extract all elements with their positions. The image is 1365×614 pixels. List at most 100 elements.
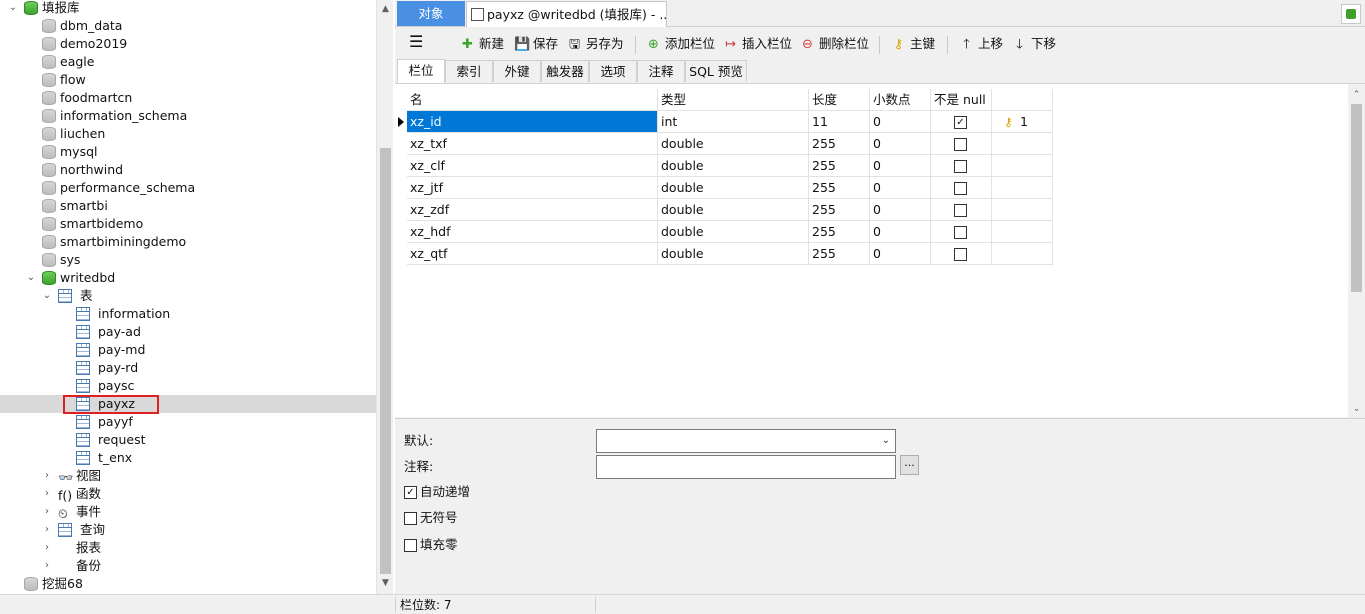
delete-column-button[interactable]: ⊖ 删除栏位 bbox=[800, 34, 869, 54]
tree-item-information[interactable]: information bbox=[0, 305, 376, 323]
chevron-right-icon[interactable]: › bbox=[42, 539, 52, 557]
key-cell[interactable] bbox=[992, 243, 1053, 265]
cell-length[interactable]: 255 bbox=[809, 199, 870, 221]
cell-length[interactable]: 255 bbox=[809, 155, 870, 177]
chevron-right-icon[interactable]: › bbox=[42, 467, 52, 485]
cell-type[interactable]: double bbox=[658, 133, 809, 155]
tree-item-dbm_data[interactable]: dbm_data bbox=[0, 17, 376, 35]
save-button[interactable]: 💾 保存 bbox=[514, 34, 558, 54]
checkbox-box[interactable]: ✓ bbox=[404, 486, 417, 499]
tree-item-liuchen[interactable]: liuchen bbox=[0, 125, 376, 143]
tab-comments[interactable]: 注释 bbox=[637, 60, 685, 82]
scroll-up-icon[interactable]: ▲ bbox=[377, 2, 394, 16]
tree-item-pay-ad[interactable]: pay-ad bbox=[0, 323, 376, 341]
chevron-right-icon[interactable]: › bbox=[42, 485, 52, 503]
not-null-checkbox[interactable] bbox=[931, 155, 992, 177]
chevron-down-icon[interactable]: ⌄ bbox=[42, 287, 52, 305]
menu-icon[interactable]: ☰ bbox=[409, 32, 423, 52]
checkbox-box[interactable] bbox=[404, 512, 417, 525]
cell-name[interactable]: xz_zdf bbox=[407, 199, 658, 221]
checkbox-box[interactable]: ✓ bbox=[954, 116, 967, 129]
tree-item-payxz[interactable]: payxz bbox=[0, 395, 376, 413]
tree-item[interactable]: › 查询 bbox=[0, 521, 376, 539]
tab-options[interactable]: 选项 bbox=[589, 60, 637, 82]
not-null-checkbox[interactable]: ✓ bbox=[931, 111, 992, 133]
tab-fields[interactable]: 栏位 bbox=[397, 59, 445, 83]
not-null-checkbox[interactable] bbox=[931, 199, 992, 221]
tree-item-smartbiminingdemo[interactable]: smartbiminingdemo bbox=[0, 233, 376, 251]
tree-item-payyf[interactable]: payyf bbox=[0, 413, 376, 431]
column-header-decimals[interactable]: 小数点 bbox=[870, 89, 931, 111]
key-cell[interactable] bbox=[992, 133, 1053, 155]
cell-length[interactable]: 255 bbox=[809, 221, 870, 243]
cell-type[interactable]: double bbox=[658, 155, 809, 177]
column-header-length[interactable]: 长度 bbox=[809, 89, 870, 111]
tree-item-sys[interactable]: sys bbox=[0, 251, 376, 269]
default-select[interactable]: ⌄ bbox=[596, 429, 896, 453]
tree-item[interactable]: › 备份 bbox=[0, 557, 376, 575]
primary-key-button[interactable]: ⚷ 主键 bbox=[891, 34, 935, 54]
tree-item-t_enx[interactable]: t_enx bbox=[0, 449, 376, 467]
chevron-right-icon[interactable]: › bbox=[42, 557, 52, 575]
tree-item-68[interactable]: 挖掘68 bbox=[0, 575, 376, 593]
tree-item-mysql[interactable]: mysql bbox=[0, 143, 376, 161]
tree-item-request[interactable]: request bbox=[0, 431, 376, 449]
tree-scrollbar[interactable]: ▲ ▼ bbox=[376, 0, 393, 594]
key-cell[interactable] bbox=[992, 199, 1053, 221]
scroll-thumb[interactable] bbox=[1351, 104, 1362, 292]
tab-triggers[interactable]: 触发器 bbox=[541, 60, 589, 82]
chevron-right-icon[interactable]: › bbox=[42, 503, 52, 521]
cell-decimals[interactable]: 0 bbox=[870, 177, 931, 199]
chevron-down-icon[interactable]: ⌄ bbox=[8, 0, 18, 17]
tree-item-smartbi[interactable]: smartbi bbox=[0, 197, 376, 215]
cell-decimals[interactable]: 0 bbox=[870, 133, 931, 155]
zerofill-checkbox[interactable]: 填充零 bbox=[404, 536, 458, 554]
tree-item[interactable]: › 报表 bbox=[0, 539, 376, 557]
cell-decimals[interactable]: 0 bbox=[870, 221, 931, 243]
not-null-checkbox[interactable] bbox=[931, 177, 992, 199]
tree-item-flow[interactable]: flow bbox=[0, 71, 376, 89]
not-null-checkbox[interactable] bbox=[931, 221, 992, 243]
chevron-down-icon[interactable]: ⌄ bbox=[26, 269, 36, 287]
cell-type[interactable]: double bbox=[658, 221, 809, 243]
not-null-checkbox[interactable] bbox=[931, 243, 992, 265]
browse-button[interactable]: ... bbox=[900, 455, 919, 475]
key-cell[interactable]: ⚷ 1 bbox=[992, 111, 1053, 133]
auto-increment-checkbox[interactable]: ✓ 自动递增 bbox=[404, 483, 470, 501]
checkbox-box[interactable] bbox=[954, 138, 967, 151]
cell-type[interactable]: int bbox=[658, 111, 809, 133]
checkbox-box[interactable] bbox=[954, 204, 967, 217]
cell-type[interactable]: double bbox=[658, 243, 809, 265]
tree-item-eagle[interactable]: eagle bbox=[0, 53, 376, 71]
not-null-checkbox[interactable] bbox=[931, 133, 992, 155]
tree-item[interactable]: › f() 函数 bbox=[0, 485, 376, 503]
tree-item-writedbd[interactable]: ⌄ writedbd bbox=[0, 269, 376, 287]
move-down-button[interactable]: 🡓 下移 bbox=[1012, 34, 1056, 54]
new-object-icon[interactable] bbox=[1341, 4, 1361, 24]
tree-item-demo2019[interactable]: demo2019 bbox=[0, 35, 376, 53]
chevron-right-icon[interactable]: › bbox=[42, 521, 52, 539]
grid-scrollbar[interactable]: ⌃ ⌄ bbox=[1348, 84, 1365, 418]
tree-item-smartbidemo[interactable]: smartbidemo bbox=[0, 215, 376, 233]
cell-name[interactable]: xz_hdf bbox=[407, 221, 658, 243]
cell-name[interactable]: xz_txf bbox=[407, 133, 658, 155]
scroll-up-icon[interactable]: ⌃ bbox=[1348, 88, 1365, 102]
cell-length[interactable]: 11 bbox=[809, 111, 870, 133]
column-header-not-null[interactable]: 不是 null bbox=[931, 89, 992, 111]
tree-item-performance_schema[interactable]: performance_schema bbox=[0, 179, 376, 197]
scroll-thumb[interactable] bbox=[380, 148, 391, 574]
cell-decimals[interactable]: 0 bbox=[870, 199, 931, 221]
insert-column-button[interactable]: ↦ 插入栏位 bbox=[723, 34, 792, 54]
cell-type[interactable]: double bbox=[658, 177, 809, 199]
cell-length[interactable]: 255 bbox=[809, 243, 870, 265]
scroll-down-icon[interactable]: ⌄ bbox=[1348, 402, 1365, 416]
tree-item[interactable]: › 👓 视图 bbox=[0, 467, 376, 485]
move-up-button[interactable]: 🡑 上移 bbox=[959, 34, 1003, 54]
tab-foreign-keys[interactable]: 外键 bbox=[493, 60, 541, 82]
cell-name[interactable]: xz_qtf bbox=[407, 243, 658, 265]
tree-item-pay-rd[interactable]: pay-rd bbox=[0, 359, 376, 377]
key-cell[interactable] bbox=[992, 177, 1053, 199]
tab-indexes[interactable]: 索引 bbox=[445, 60, 493, 82]
tree-item[interactable]: › ⏲ 事件 bbox=[0, 503, 376, 521]
cell-length[interactable]: 255 bbox=[809, 133, 870, 155]
